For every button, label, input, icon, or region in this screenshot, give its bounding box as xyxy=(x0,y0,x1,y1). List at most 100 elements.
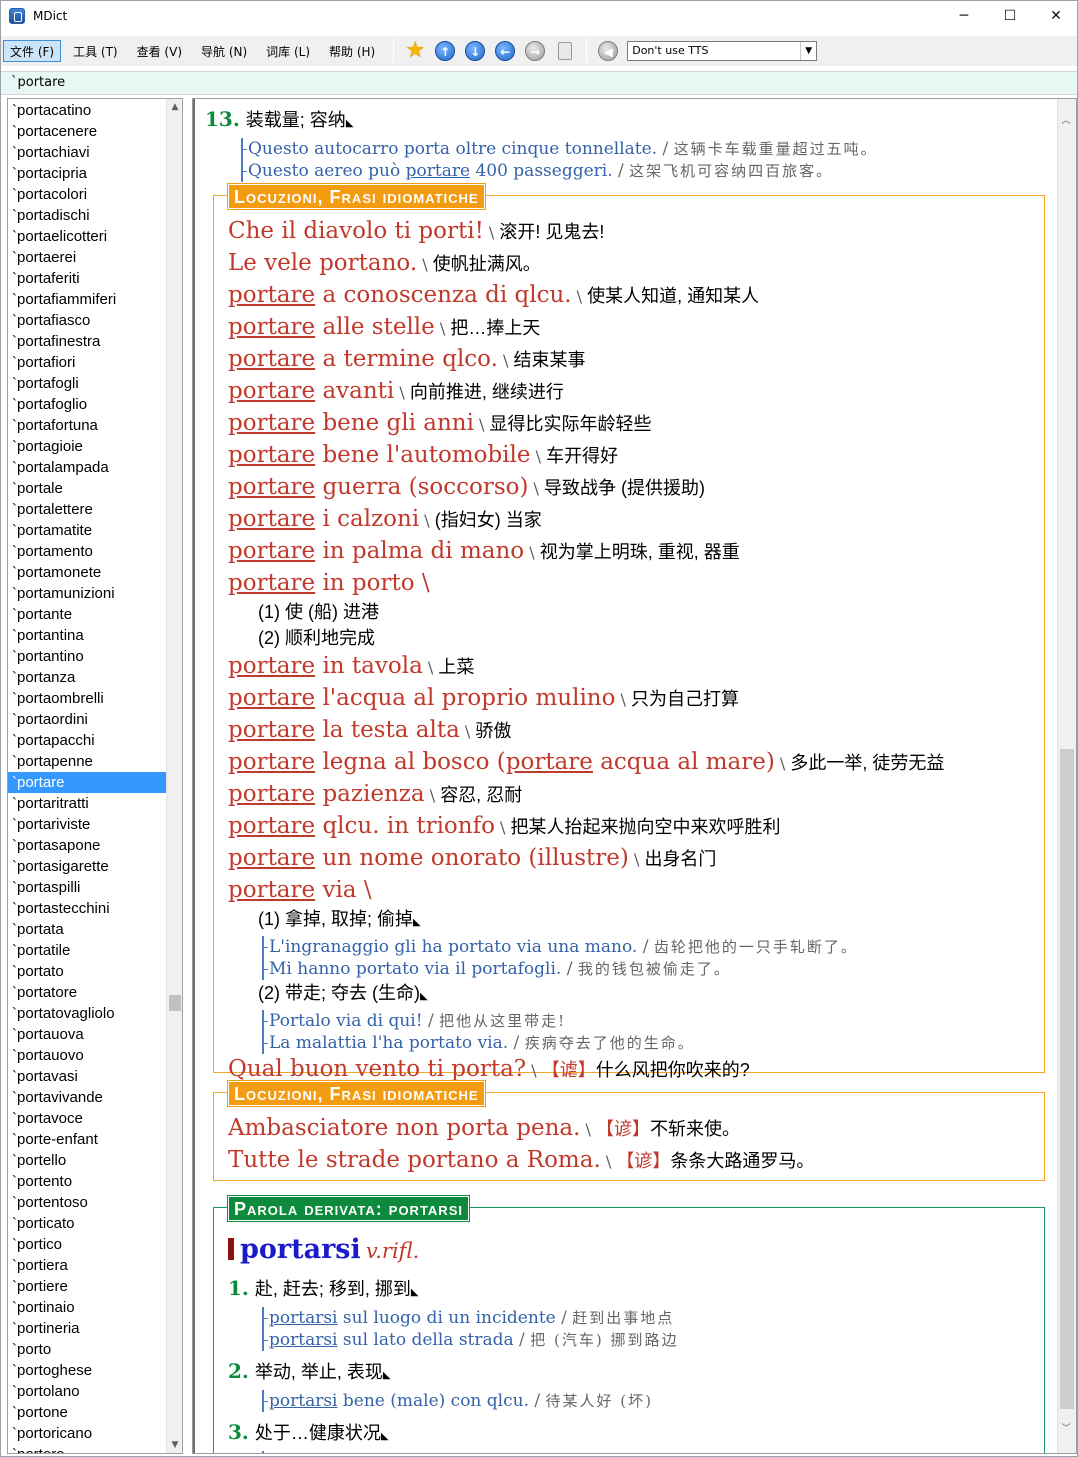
word-list-item[interactable]: `portafiori xyxy=(8,352,168,373)
headword-link[interactable]: portarsi xyxy=(269,1391,338,1411)
expand-triangle-icon[interactable]: ◣ xyxy=(346,118,354,129)
headword-link[interactable]: portare xyxy=(228,813,315,839)
scroll-up-icon[interactable]: ︿ xyxy=(1058,113,1074,129)
headword-link[interactable]: portare xyxy=(228,877,315,903)
word-list-item[interactable]: `portapenne xyxy=(8,751,168,772)
word-list-item[interactable]: `portiera xyxy=(8,1255,168,1276)
minimize-button[interactable]: ─ xyxy=(941,1,987,31)
word-list-item[interactable]: `portamonete xyxy=(8,562,168,583)
expand-triangle-icon[interactable]: ◣ xyxy=(381,1431,389,1442)
maximize-button[interactable]: ☐ xyxy=(987,1,1033,31)
word-list-item[interactable]: `portariviste xyxy=(8,814,168,835)
title-bar[interactable]: MDict ─ ☐ ✕ xyxy=(1,1,1077,31)
word-list-item[interactable]: `portico xyxy=(8,1234,168,1255)
word-list-item[interactable]: `portantina xyxy=(8,625,168,646)
word-list-item[interactable]: `portasapone xyxy=(8,835,168,856)
headword-link[interactable]: portare xyxy=(228,717,315,743)
word-list-item[interactable]: `portale xyxy=(8,478,168,499)
headword-link[interactable]: portare xyxy=(228,653,315,679)
word-list-item[interactable]: `portapacchi xyxy=(8,730,168,751)
word-list-item[interactable]: `portone xyxy=(8,1402,168,1423)
chevron-down-icon[interactable]: ▼ xyxy=(800,42,816,60)
headword-link[interactable]: portare xyxy=(506,749,593,775)
forward-button[interactable]: → xyxy=(524,40,546,62)
word-list-item[interactable]: `portaferiti xyxy=(8,268,168,289)
scroll-up-icon[interactable]: ▲ xyxy=(167,99,182,115)
word-list-item[interactable]: `portacolori xyxy=(8,184,168,205)
headword-link[interactable]: portarsi xyxy=(269,1330,338,1350)
word-list-item[interactable]: `portoro xyxy=(8,1444,168,1453)
word-list-item[interactable]: `portaelicotteri xyxy=(8,226,168,247)
headword-link[interactable]: portare xyxy=(228,282,315,308)
word-list-item[interactable]: `portacenere xyxy=(8,121,168,142)
word-list-item[interactable]: `portento xyxy=(8,1171,168,1192)
headword-link[interactable]: portare xyxy=(228,314,315,340)
menu-help[interactable]: 帮助 (H) xyxy=(322,40,382,62)
headword-link[interactable]: portarsi xyxy=(269,1452,338,1453)
clipboard-button[interactable] xyxy=(554,40,576,62)
headword-link[interactable]: portare xyxy=(228,346,315,372)
scroll-down-icon[interactable]: ▼ xyxy=(167,1437,182,1453)
scroll-up-button[interactable]: ↑ xyxy=(434,40,456,62)
word-list-item[interactable]: `porticato xyxy=(8,1213,168,1234)
word-list-item[interactable]: `portaritratti xyxy=(8,793,168,814)
word-list-item[interactable]: `portaspilli xyxy=(8,877,168,898)
word-list-item[interactable]: `portauova xyxy=(8,1024,168,1045)
word-list-item[interactable]: `portineria xyxy=(8,1318,168,1339)
scroll-thumb[interactable] xyxy=(1060,749,1074,1409)
word-list-item[interactable]: `portentoso xyxy=(8,1192,168,1213)
word-list-item[interactable]: `portata xyxy=(8,919,168,940)
word-list-item[interactable]: `portatile xyxy=(8,940,168,961)
word-list-item[interactable]: `portamento xyxy=(8,541,168,562)
scroll-down-icon[interactable]: ﹀ xyxy=(1058,1421,1074,1437)
speak-button[interactable]: ◀ xyxy=(597,40,619,62)
favorite-button[interactable]: ★ xyxy=(404,40,426,62)
headword-link[interactable]: portare xyxy=(228,781,315,807)
word-list-scrollbar[interactable]: ▲ ▼ xyxy=(166,99,182,1453)
back-button[interactable]: ← xyxy=(494,40,516,62)
definition-scrollbar[interactable]: ︿ ﹀ xyxy=(1057,99,1076,1453)
word-list-item[interactable]: `portiere xyxy=(8,1276,168,1297)
headword-link[interactable]: portare xyxy=(228,506,315,532)
word-list-item[interactable]: `portalettere xyxy=(8,499,168,520)
word-list-item[interactable]: `porto xyxy=(8,1339,168,1360)
word-list-item[interactable]: `portavoce xyxy=(8,1108,168,1129)
word-list-item[interactable]: `portello xyxy=(8,1150,168,1171)
word-list-item[interactable]: `portaordini xyxy=(8,709,168,730)
close-button[interactable]: ✕ xyxy=(1033,1,1078,31)
word-list-item[interactable]: `portauovo xyxy=(8,1045,168,1066)
headword-link[interactable]: portare xyxy=(406,161,470,181)
word-list-item[interactable]: `portacatino xyxy=(8,100,168,121)
headword-link[interactable]: portare xyxy=(228,570,315,596)
menu-navigate[interactable]: 导航 (N) xyxy=(194,40,254,62)
word-list-item[interactable]: `portamatite xyxy=(8,520,168,541)
headword-link[interactable]: portare xyxy=(228,378,315,404)
headword-link[interactable]: portare xyxy=(228,685,315,711)
word-list-item[interactable]: `portafiasco xyxy=(8,310,168,331)
menu-tools[interactable]: 工具 (T) xyxy=(66,40,125,62)
word-list-item[interactable]: `portasigarette xyxy=(8,856,168,877)
menu-file[interactable]: 文件 (F) xyxy=(3,40,62,62)
tts-select[interactable]: Don't use TTS ▼ xyxy=(627,41,818,61)
word-list-item[interactable]: `portoricano xyxy=(8,1423,168,1444)
word-list-item[interactable]: `portacipria xyxy=(8,163,168,184)
word-list-item[interactable]: `portastecchini xyxy=(8,898,168,919)
expand-triangle-icon[interactable]: ◣ xyxy=(413,917,421,928)
expand-triangle-icon[interactable]: ◣ xyxy=(420,991,428,1002)
word-list-item[interactable]: `portamunizioni xyxy=(8,583,168,604)
headword-link[interactable]: portare xyxy=(228,538,315,564)
word-list-item[interactable]: `portavivande xyxy=(8,1087,168,1108)
word-list-item[interactable]: `portinaio xyxy=(8,1297,168,1318)
word-list-item[interactable]: `portatovagliolo xyxy=(8,1003,168,1024)
word-list-item[interactable]: `portafiammiferi xyxy=(8,289,168,310)
word-list-item[interactable]: `portalampada xyxy=(8,457,168,478)
headword-link[interactable]: portare xyxy=(228,410,315,436)
scroll-thumb[interactable] xyxy=(169,995,181,1011)
word-list-item[interactable]: `portoghese xyxy=(8,1360,168,1381)
word-list[interactable]: `portacatino `portacenere `portachiavi `por… xyxy=(7,98,183,1454)
word-list-item[interactable]: `portachiavi xyxy=(8,142,168,163)
headword-link[interactable]: portare xyxy=(228,474,315,500)
word-list-item[interactable]: `portolano xyxy=(8,1381,168,1402)
expand-triangle-icon[interactable]: ◣ xyxy=(411,1287,419,1298)
word-list-item[interactable]: `portafoglio xyxy=(8,394,168,415)
